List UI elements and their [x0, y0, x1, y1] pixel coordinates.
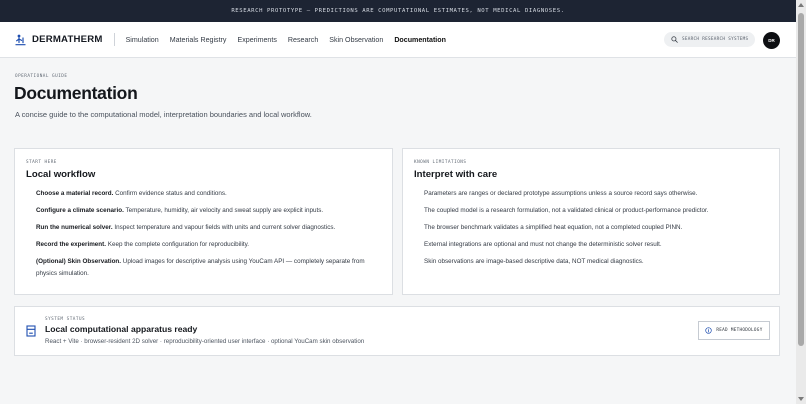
- page-subtitle: A concise guide to the computational mod…: [15, 110, 312, 119]
- limitations-title: Interpret with care: [414, 169, 498, 180]
- limitation-item: The coupled model is a research formulat…: [424, 207, 709, 215]
- status-title: Local computational apparatus ready: [45, 324, 198, 334]
- thermometer-body-icon: [15, 34, 26, 45]
- nav-item-simulation[interactable]: Simulation: [126, 36, 159, 44]
- brand-logo[interactable]: DERMATHERM: [15, 34, 103, 46]
- workflow-step-title: Run the numerical solver.: [36, 224, 113, 232]
- workflow-step: (Optional) Skin Observation. Upload imag…: [36, 256, 378, 279]
- vertical-scrollbar[interactable]: [796, 0, 806, 404]
- nav-item-experiments[interactable]: Experiments: [237, 36, 276, 44]
- user-avatar[interactable]: DR: [763, 32, 780, 49]
- read-methodology-label: READ METHODOLOGY: [716, 328, 763, 333]
- main-nav: Simulation Materials Registry Experiment…: [126, 36, 446, 44]
- limitation-item: External integrations are optional and m…: [424, 241, 662, 249]
- nav-item-skin-observation[interactable]: Skin Observation: [329, 36, 383, 44]
- scrollbar-thumb[interactable]: [798, 13, 804, 346]
- nav-item-research[interactable]: Research: [288, 36, 318, 44]
- workflow-step-title: Configure a climate scenario.: [36, 207, 124, 215]
- workflow-step: Choose a material record. Confirm eviden…: [36, 188, 378, 199]
- search-icon: [671, 36, 678, 43]
- workflow-step-title: Record the experiment.: [36, 241, 106, 249]
- workflow-step-title: Choose a material record.: [36, 190, 114, 197]
- info-icon: [705, 327, 713, 334]
- workflow-step: Record the experiment. Keep the complete…: [36, 239, 378, 250]
- limitations-list: Parameters are ranges or declared protot…: [424, 188, 765, 273]
- limitation-item: Parameters are ranges or declared protot…: [424, 190, 698, 197]
- status-eyebrow: SYSTEM STATUS: [45, 317, 86, 322]
- workflow-step-text: Keep the complete configuration for repr…: [106, 241, 250, 249]
- read-methodology-button[interactable]: READ METHODOLOGY: [698, 321, 770, 340]
- limitation-item: The browser benchmark validates a simpli…: [424, 224, 683, 232]
- status-description: React + Vite · browser-resident 2D solve…: [45, 338, 365, 345]
- system-status-panel: SYSTEM STATUS Local computational appara…: [14, 306, 780, 356]
- workflow-step-title: (Optional) Skin Observation.: [36, 258, 122, 266]
- workflow-title: Local workflow: [26, 169, 96, 180]
- apparatus-icon: [26, 325, 36, 337]
- top-navigation-bar: DERMATHERM Simulation Materials Registry…: [0, 22, 796, 58]
- scroll-up-arrow-icon[interactable]: [798, 3, 804, 7]
- nav-divider: [113, 33, 115, 46]
- workflow-step: Run the numerical solver. Inspect temper…: [36, 222, 378, 233]
- workflow-step-text: Temperature, humidity, air velocity and …: [123, 207, 324, 215]
- scroll-down-arrow-icon[interactable]: [798, 397, 804, 401]
- limitations-card: KNOWN LIMITATIONS Interpret with care Pa…: [402, 148, 780, 295]
- nav-item-materials-registry[interactable]: Materials Registry: [170, 36, 227, 44]
- workflow-step: Configure a climate scenario. Temperatur…: [36, 205, 378, 216]
- limitations-eyebrow: KNOWN LIMITATIONS: [414, 160, 467, 165]
- page-title: Documentation: [14, 83, 138, 103]
- brand-name: DERMATHERM: [32, 34, 103, 45]
- nav-item-documentation[interactable]: Documentation: [394, 36, 446, 44]
- search-placeholder: SEARCH RESEARCH SYSTEMS: [682, 37, 749, 42]
- workflow-eyebrow: START HERE: [26, 160, 57, 165]
- research-prototype-banner: RESEARCH PROTOTYPE — PREDICTIONS ARE COM…: [0, 0, 796, 22]
- workflow-steps: Choose a material record. Confirm eviden…: [36, 188, 378, 285]
- workflow-card: START HERE Local workflow Choose a mater…: [14, 148, 393, 295]
- limitation-item: Skin observations are image-based descri…: [424, 258, 644, 266]
- search-input[interactable]: SEARCH RESEARCH SYSTEMS: [664, 32, 755, 47]
- workflow-step-text: Inspect temperature and vapour fields wi…: [112, 224, 336, 232]
- workflow-step-text: Confirm evidence status and conditions.: [113, 190, 227, 197]
- page-eyebrow: OPERATIONAL GUIDE: [15, 74, 68, 79]
